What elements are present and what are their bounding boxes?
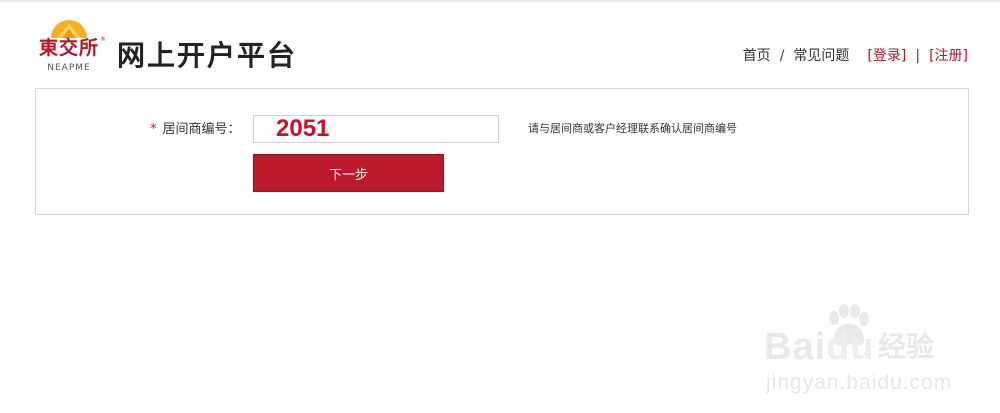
sunrise-icon — [51, 20, 87, 38]
page-title: 网上开户平台 — [117, 39, 298, 72]
nav-home-link[interactable]: 首页 — [743, 46, 771, 66]
top-divider — [0, 0, 1000, 2]
watermark-product: 经验 — [878, 330, 935, 363]
nav-faq-link[interactable]: 常见问题 — [793, 46, 849, 66]
baidu-jingyan-watermark: Baidu 经验 jingyan.baidu.com — [758, 298, 984, 402]
broker-id-hint: 请与居间商或客户经理联系确认居间商编号 — [528, 122, 737, 135]
watermark-brand: Baidu — [764, 326, 875, 368]
top-navigation: 首页 / 常见问题 [登录] | [注册] — [743, 46, 968, 66]
nav-pipe: | — [915, 48, 921, 64]
watermark-url: jingyan.baidu.com — [766, 371, 953, 394]
neapme-logo[interactable]: 東交所 ® NEAPME — [38, 16, 106, 74]
next-step-button[interactable]: 下一步 — [253, 154, 444, 192]
nav-login-link[interactable]: [登录] — [867, 46, 906, 66]
nav-separator: / — [779, 48, 785, 64]
broker-id-input[interactable] — [253, 115, 499, 143]
broker-id-label: * 居间商编号： — [150, 121, 241, 139]
broker-id-label-text: 居间商编号： — [162, 122, 241, 137]
logo-chinese-text: 東交所 — [38, 37, 99, 59]
nav-register-link[interactable]: [注册] — [929, 46, 968, 66]
logo-english-text: NEAPME — [47, 63, 91, 73]
broker-form-panel: * 居间商编号： 请与居间商或客户经理联系确认居间商编号 下一步 — [35, 88, 969, 215]
required-mark: * — [150, 122, 157, 137]
registered-mark: ® — [100, 36, 106, 43]
